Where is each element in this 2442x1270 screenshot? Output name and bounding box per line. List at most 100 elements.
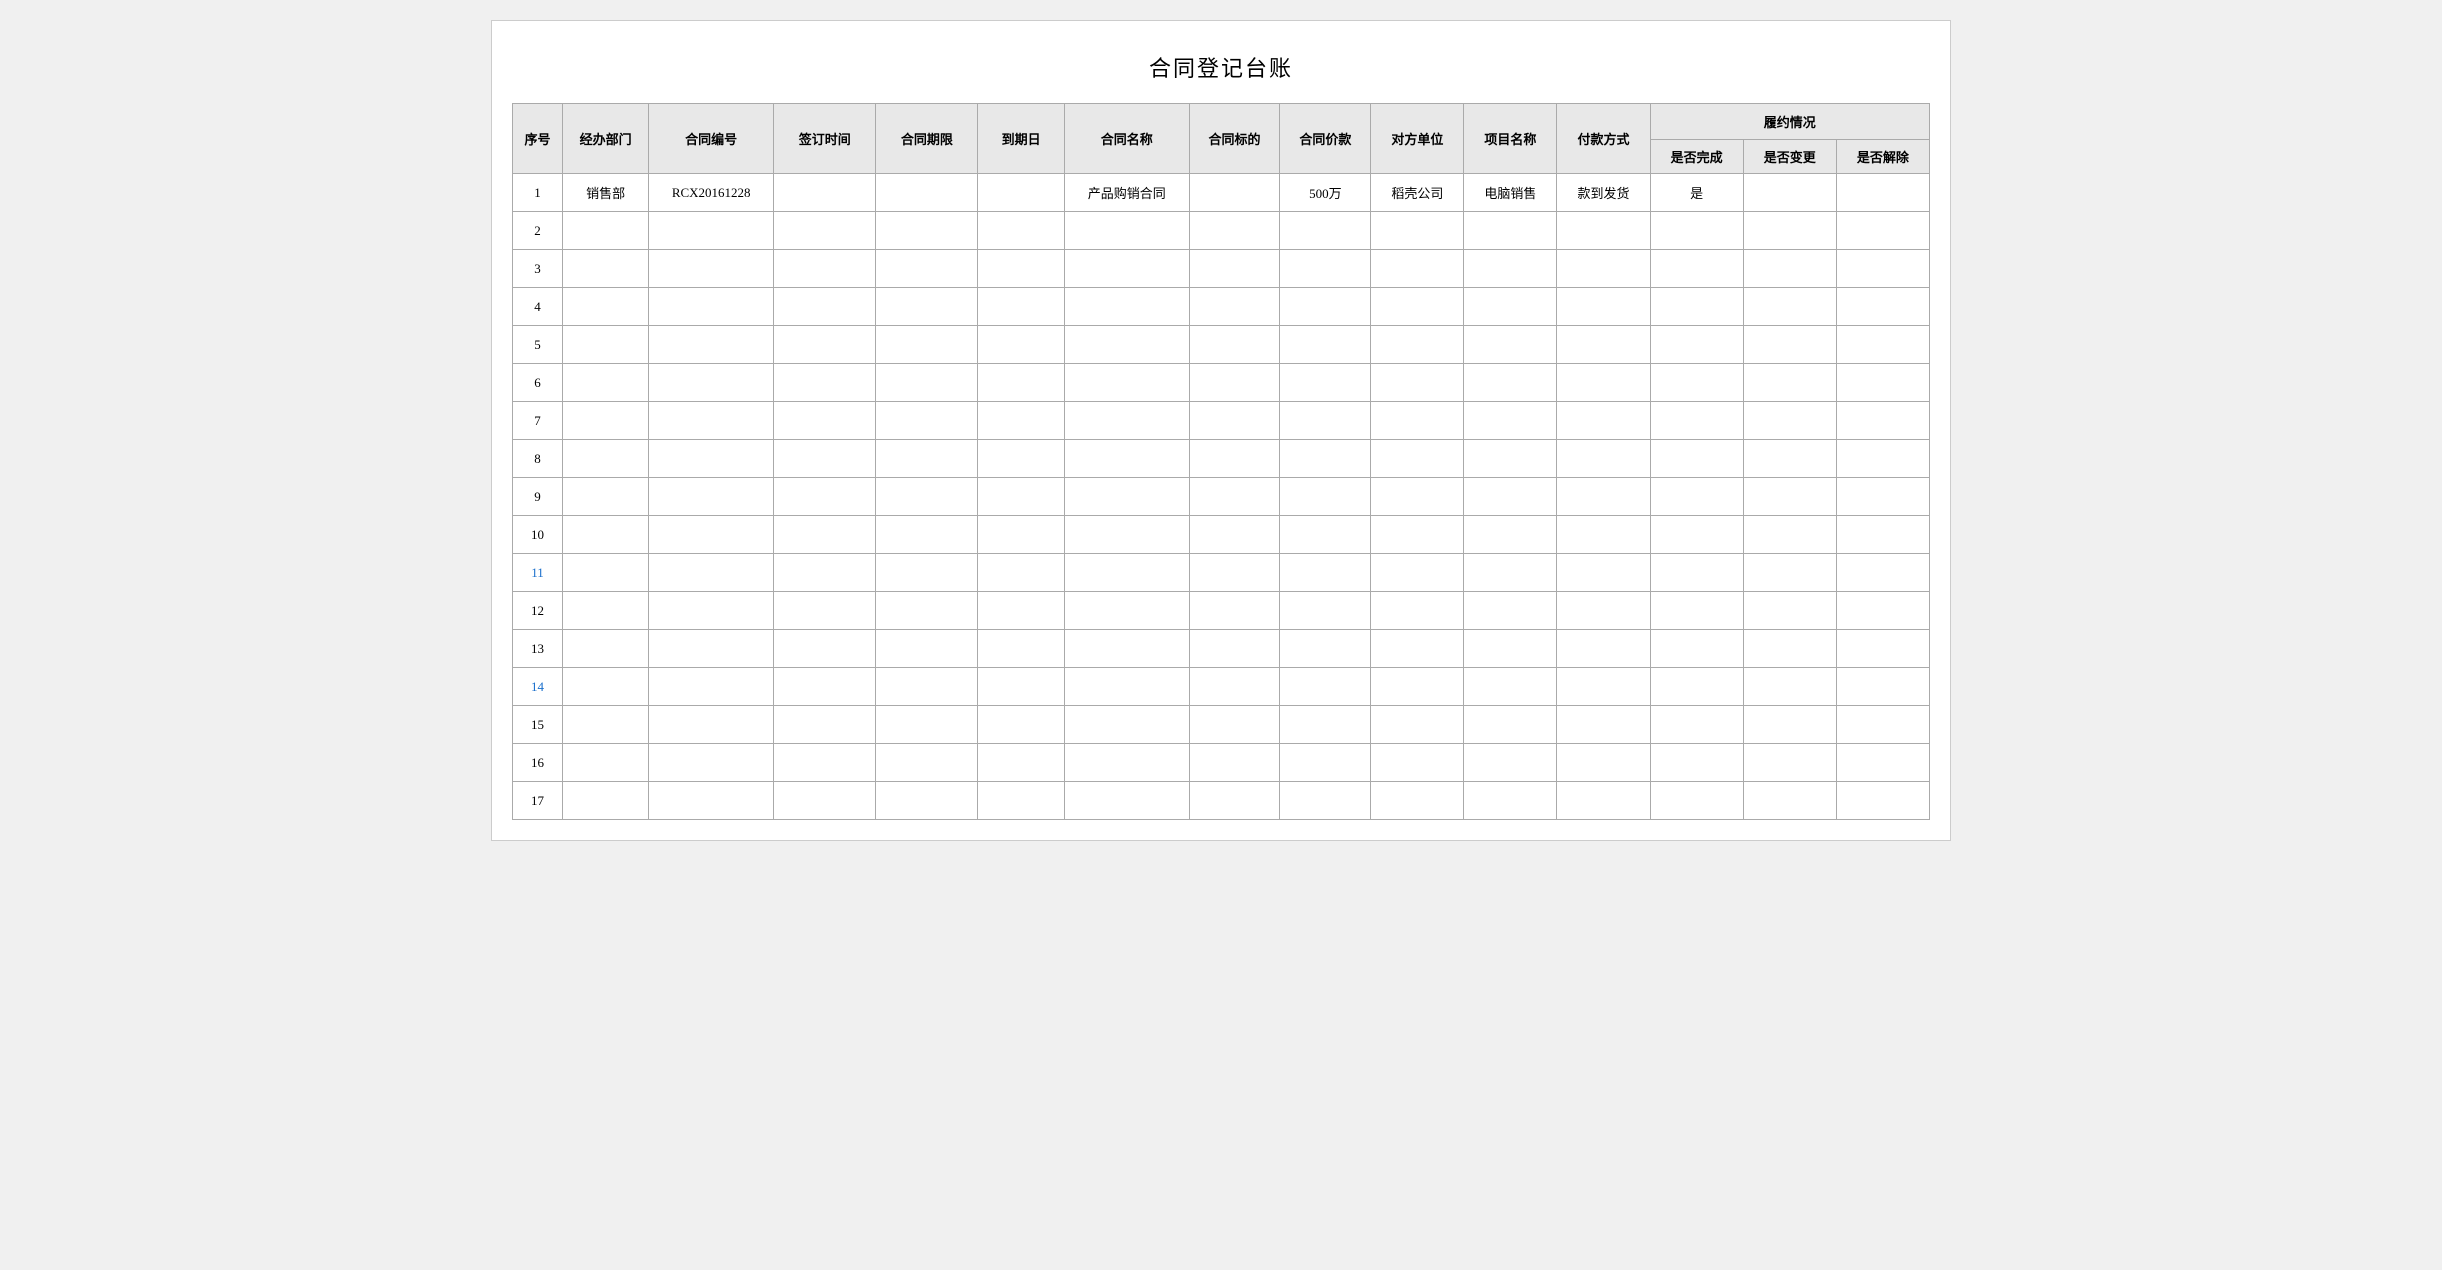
cell-done	[1650, 402, 1743, 440]
cell-cancel	[1836, 364, 1929, 402]
cell-party	[1371, 592, 1464, 630]
cell-payment	[1557, 744, 1650, 782]
cell-price	[1280, 440, 1371, 478]
table-row: 17	[513, 782, 1930, 820]
page-title: 合同登记台账	[512, 51, 1930, 83]
cell-period	[876, 516, 978, 554]
cell-cancel	[1836, 288, 1929, 326]
cell-target	[1189, 250, 1280, 288]
cell-seq: 8	[513, 440, 563, 478]
cell-dept	[562, 288, 648, 326]
cell-party	[1371, 250, 1464, 288]
cell-project	[1464, 668, 1557, 706]
cell-price	[1280, 402, 1371, 440]
cell-price: 500万	[1280, 174, 1371, 212]
cell-name	[1064, 326, 1189, 364]
cell-dept	[562, 478, 648, 516]
cell-contract_no	[649, 402, 774, 440]
cell-contract_no	[649, 554, 774, 592]
cell-cancel	[1836, 554, 1929, 592]
cell-contract_no	[649, 782, 774, 820]
cell-payment	[1557, 326, 1650, 364]
cell-done	[1650, 516, 1743, 554]
cell-seq: 16	[513, 744, 563, 782]
cell-sign_time	[774, 440, 876, 478]
cell-project	[1464, 250, 1557, 288]
cell-sign_time	[774, 250, 876, 288]
cell-done	[1650, 440, 1743, 478]
cell-project	[1464, 364, 1557, 402]
cell-payment	[1557, 250, 1650, 288]
cell-target	[1189, 478, 1280, 516]
cell-period	[876, 706, 978, 744]
cell-party	[1371, 706, 1464, 744]
cell-name	[1064, 630, 1189, 668]
cell-seq: 6	[513, 364, 563, 402]
table-row: 9	[513, 478, 1930, 516]
cell-due_date	[978, 516, 1064, 554]
cell-period	[876, 212, 978, 250]
cell-party	[1371, 668, 1464, 706]
cell-cancel	[1836, 706, 1929, 744]
cell-done	[1650, 744, 1743, 782]
cell-cancel	[1836, 478, 1929, 516]
cell-seq: 5	[513, 326, 563, 364]
cell-seq: 2	[513, 212, 563, 250]
table-row: 3	[513, 250, 1930, 288]
cell-party	[1371, 554, 1464, 592]
cell-period	[876, 288, 978, 326]
cell-price	[1280, 478, 1371, 516]
cell-project	[1464, 326, 1557, 364]
cell-name	[1064, 288, 1189, 326]
col-header-target: 合同标的	[1189, 104, 1280, 174]
cell-dept: 销售部	[562, 174, 648, 212]
cell-target	[1189, 212, 1280, 250]
cell-dept	[562, 706, 648, 744]
cell-name	[1064, 782, 1189, 820]
cell-seq: 4	[513, 288, 563, 326]
cell-change	[1743, 478, 1836, 516]
cell-target	[1189, 364, 1280, 402]
cell-seq: 1	[513, 174, 563, 212]
cell-done	[1650, 288, 1743, 326]
cell-project	[1464, 744, 1557, 782]
cell-party	[1371, 630, 1464, 668]
cell-target	[1189, 288, 1280, 326]
table-body: 1销售部RCX20161228产品购销合同500万稻壳公司电脑销售款到发货是23…	[513, 174, 1930, 820]
cell-payment	[1557, 592, 1650, 630]
cell-due_date	[978, 288, 1064, 326]
cell-change	[1743, 516, 1836, 554]
cell-done	[1650, 706, 1743, 744]
cell-change	[1743, 744, 1836, 782]
cell-cancel	[1836, 326, 1929, 364]
cell-contract_no	[649, 516, 774, 554]
table-row: 7	[513, 402, 1930, 440]
cell-dept	[562, 516, 648, 554]
cell-done	[1650, 364, 1743, 402]
cell-project	[1464, 478, 1557, 516]
cell-change	[1743, 250, 1836, 288]
cell-done	[1650, 630, 1743, 668]
cell-project: 电脑销售	[1464, 174, 1557, 212]
col-header-cancel: 是否解除	[1836, 140, 1929, 174]
cell-due_date	[978, 250, 1064, 288]
cell-project	[1464, 402, 1557, 440]
cell-period	[876, 402, 978, 440]
cell-change	[1743, 212, 1836, 250]
cell-done	[1650, 592, 1743, 630]
cell-party	[1371, 782, 1464, 820]
cell-done	[1650, 478, 1743, 516]
cell-change	[1743, 554, 1836, 592]
cell-sign_time	[774, 364, 876, 402]
table-row: 1销售部RCX20161228产品购销合同500万稻壳公司电脑销售款到发货是	[513, 174, 1930, 212]
cell-target	[1189, 668, 1280, 706]
cell-payment	[1557, 364, 1650, 402]
cell-party	[1371, 364, 1464, 402]
table-row: 14	[513, 668, 1930, 706]
col-header-payment: 付款方式	[1557, 104, 1650, 174]
cell-contract_no	[649, 744, 774, 782]
cell-project	[1464, 440, 1557, 478]
cell-period	[876, 744, 978, 782]
cell-payment	[1557, 668, 1650, 706]
cell-change	[1743, 440, 1836, 478]
